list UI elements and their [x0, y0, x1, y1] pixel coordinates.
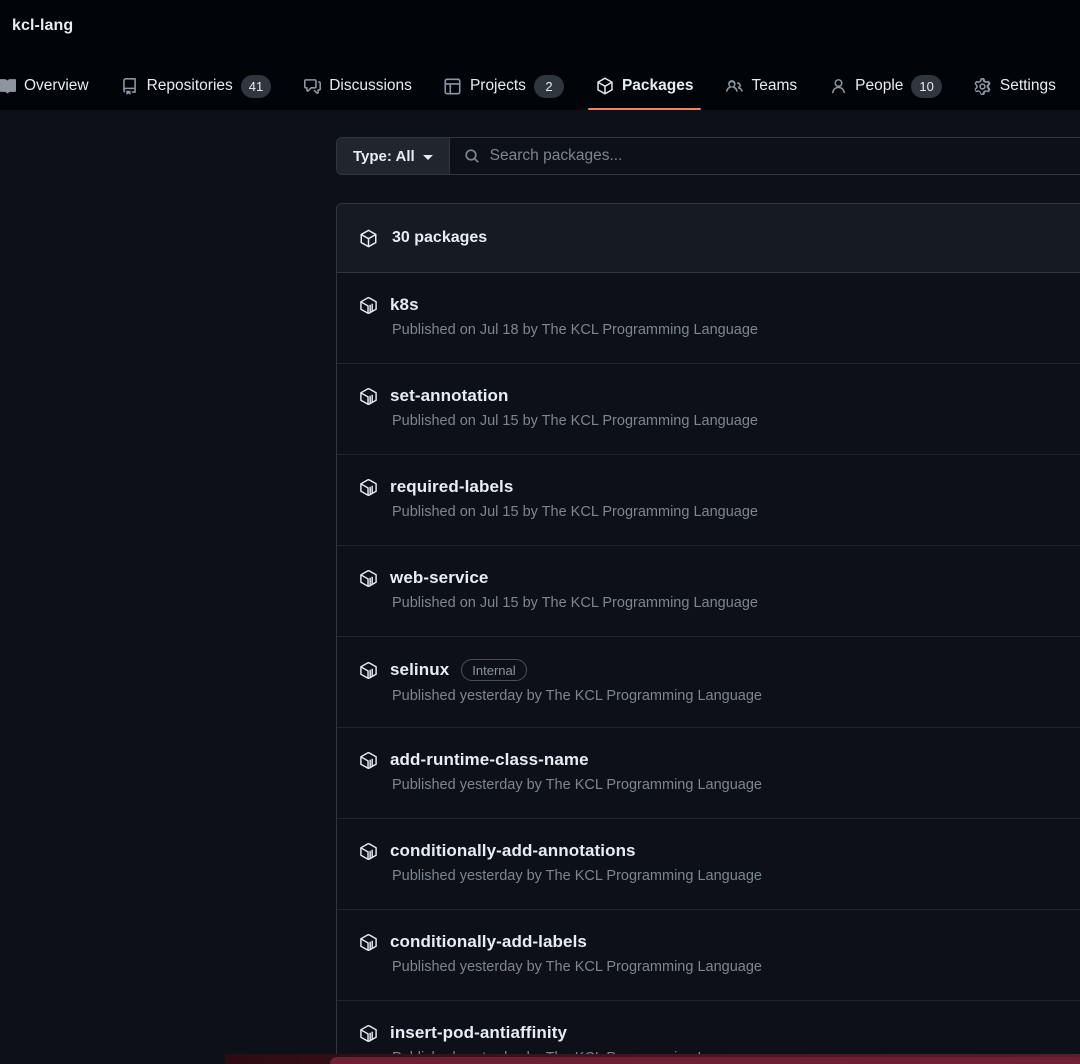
project-icon [444, 77, 462, 95]
package-row[interactable]: required-labels Published on Jul 15 by T… [337, 455, 1080, 546]
gear-icon [974, 77, 992, 95]
person-icon [829, 77, 847, 95]
package-meta: Published yesterday by The KCL Programmi… [392, 959, 762, 975]
packages-list-panel: 30 packages k8s Published on Jul 18 by T… [336, 203, 1080, 1064]
book-icon [0, 77, 16, 95]
bottom-overlay-panel [330, 1057, 1080, 1064]
package-icon [596, 77, 614, 95]
package-name[interactable]: set-annotation [390, 386, 509, 406]
package-name[interactable]: conditionally-add-labels [390, 932, 587, 952]
packages-filter-bar: Type: All [336, 137, 1080, 175]
repositories-count-badge: 41 [240, 74, 272, 98]
packages-count-header: 30 packages [337, 204, 1080, 273]
package-row[interactable]: add-runtime-class-name Published yesterd… [337, 728, 1080, 819]
package-meta: Published yesterday by The KCL Programmi… [392, 688, 762, 704]
package-row[interactable]: web-service Published on Jul 15 by The K… [337, 546, 1080, 637]
package-title-line: k8s [359, 295, 1080, 315]
search-field-wrapper[interactable] [449, 138, 1080, 174]
search-icon [464, 148, 480, 164]
chevron-down-icon [422, 154, 433, 160]
package-meta: Published on Jul 18 by The KCL Programmi… [392, 322, 758, 338]
container-icon [359, 569, 378, 588]
package-cube-icon [359, 229, 378, 248]
package-title-line: conditionally-add-annotations [359, 841, 1080, 861]
packages-main: Type: All 30 packages k8s Published on [336, 110, 1080, 1064]
nav-tab-packages[interactable]: Packages [580, 62, 710, 110]
package-name[interactable]: add-runtime-class-name [390, 750, 589, 770]
package-name[interactable]: web-service [390, 568, 488, 588]
comment-discussion-icon [303, 77, 321, 95]
package-row[interactable]: conditionally-add-labels Published yeste… [337, 910, 1080, 1001]
package-meta: Published on Jul 15 by The KCL Programmi… [392, 504, 758, 520]
container-icon [359, 842, 378, 861]
nav-tab-label: Settings [999, 77, 1056, 94]
package-name[interactable]: k8s [390, 295, 419, 315]
repo-icon [121, 77, 139, 95]
package-name[interactable]: insert-pod-antiaffinity [390, 1023, 567, 1043]
package-title-line: conditionally-add-labels [359, 932, 1080, 952]
package-meta: Published yesterday by The KCL Programmi… [392, 777, 762, 793]
package-title-line: insert-pod-antiaffinity [359, 1023, 1080, 1043]
package-name[interactable]: required-labels [390, 477, 513, 497]
nav-tab-discussions[interactable]: Discussions [287, 62, 428, 110]
nav-tab-label: Overview [24, 77, 89, 94]
nav-tab-label: Discussions [329, 77, 412, 94]
nav-tab-repositories[interactable]: Repositories 41 [105, 62, 288, 110]
package-title-line: add-runtime-class-name [359, 750, 1080, 770]
nav-tab-label: Packages [621, 77, 694, 94]
package-title-line: set-annotation [359, 386, 1080, 406]
nav-tab-label: Teams [751, 77, 798, 94]
org-name[interactable]: kcl-lang [12, 17, 73, 35]
people-count-badge: 10 [911, 74, 942, 98]
search-packages-input[interactable] [489, 147, 1080, 165]
org-header: kcl-lang Overview Repositories 41 Discus… [0, 0, 1080, 110]
package-meta: Published yesterday by The KCL Programmi… [392, 868, 762, 884]
container-icon [359, 478, 378, 497]
nav-tab-label: People [855, 77, 904, 94]
visibility-badge: Internal [461, 659, 527, 681]
nav-tab-overview[interactable]: Overview [0, 62, 105, 110]
container-icon [359, 1024, 378, 1043]
nav-tab-projects[interactable]: Projects 2 [428, 62, 580, 110]
type-filter-label: Type: All [353, 147, 415, 165]
nav-tab-teams[interactable]: Teams [709, 62, 813, 110]
nav-tab-label: Projects [469, 77, 526, 94]
package-row[interactable]: conditionally-add-annotations Published … [337, 819, 1080, 910]
package-name[interactable]: conditionally-add-annotations [390, 841, 636, 861]
type-filter-dropdown[interactable]: Type: All [337, 138, 450, 174]
package-title-line: required-labels [359, 477, 1080, 497]
container-icon [359, 296, 378, 315]
bottom-overlay-strip [225, 1054, 1080, 1064]
projects-count-badge: 2 [533, 74, 564, 98]
package-title-line: web-service [359, 568, 1080, 588]
nav-tab-label: Repositories [146, 77, 233, 94]
people-icon [725, 77, 743, 95]
packages-count-label: 30 packages [392, 229, 488, 246]
container-icon [359, 933, 378, 952]
nav-tab-settings[interactable]: Settings [958, 62, 1072, 110]
package-meta: Published on Jul 15 by The KCL Programmi… [392, 413, 758, 429]
org-nav-tabs: Overview Repositories 41 Discussions Pro… [0, 62, 1072, 110]
container-icon [359, 751, 378, 770]
nav-tab-people[interactable]: People 10 [813, 62, 958, 110]
container-icon [359, 387, 378, 406]
container-icon [359, 661, 378, 680]
package-row[interactable]: set-annotation Published on Jul 15 by Th… [337, 364, 1080, 455]
package-row[interactable]: selinux Internal Published yesterday by … [337, 637, 1080, 728]
package-row[interactable]: k8s Published on Jul 18 by The KCL Progr… [337, 273, 1080, 364]
package-title-line: selinux Internal [359, 659, 1080, 681]
package-meta: Published on Jul 15 by The KCL Programmi… [392, 595, 758, 611]
package-name[interactable]: selinux [390, 660, 449, 680]
